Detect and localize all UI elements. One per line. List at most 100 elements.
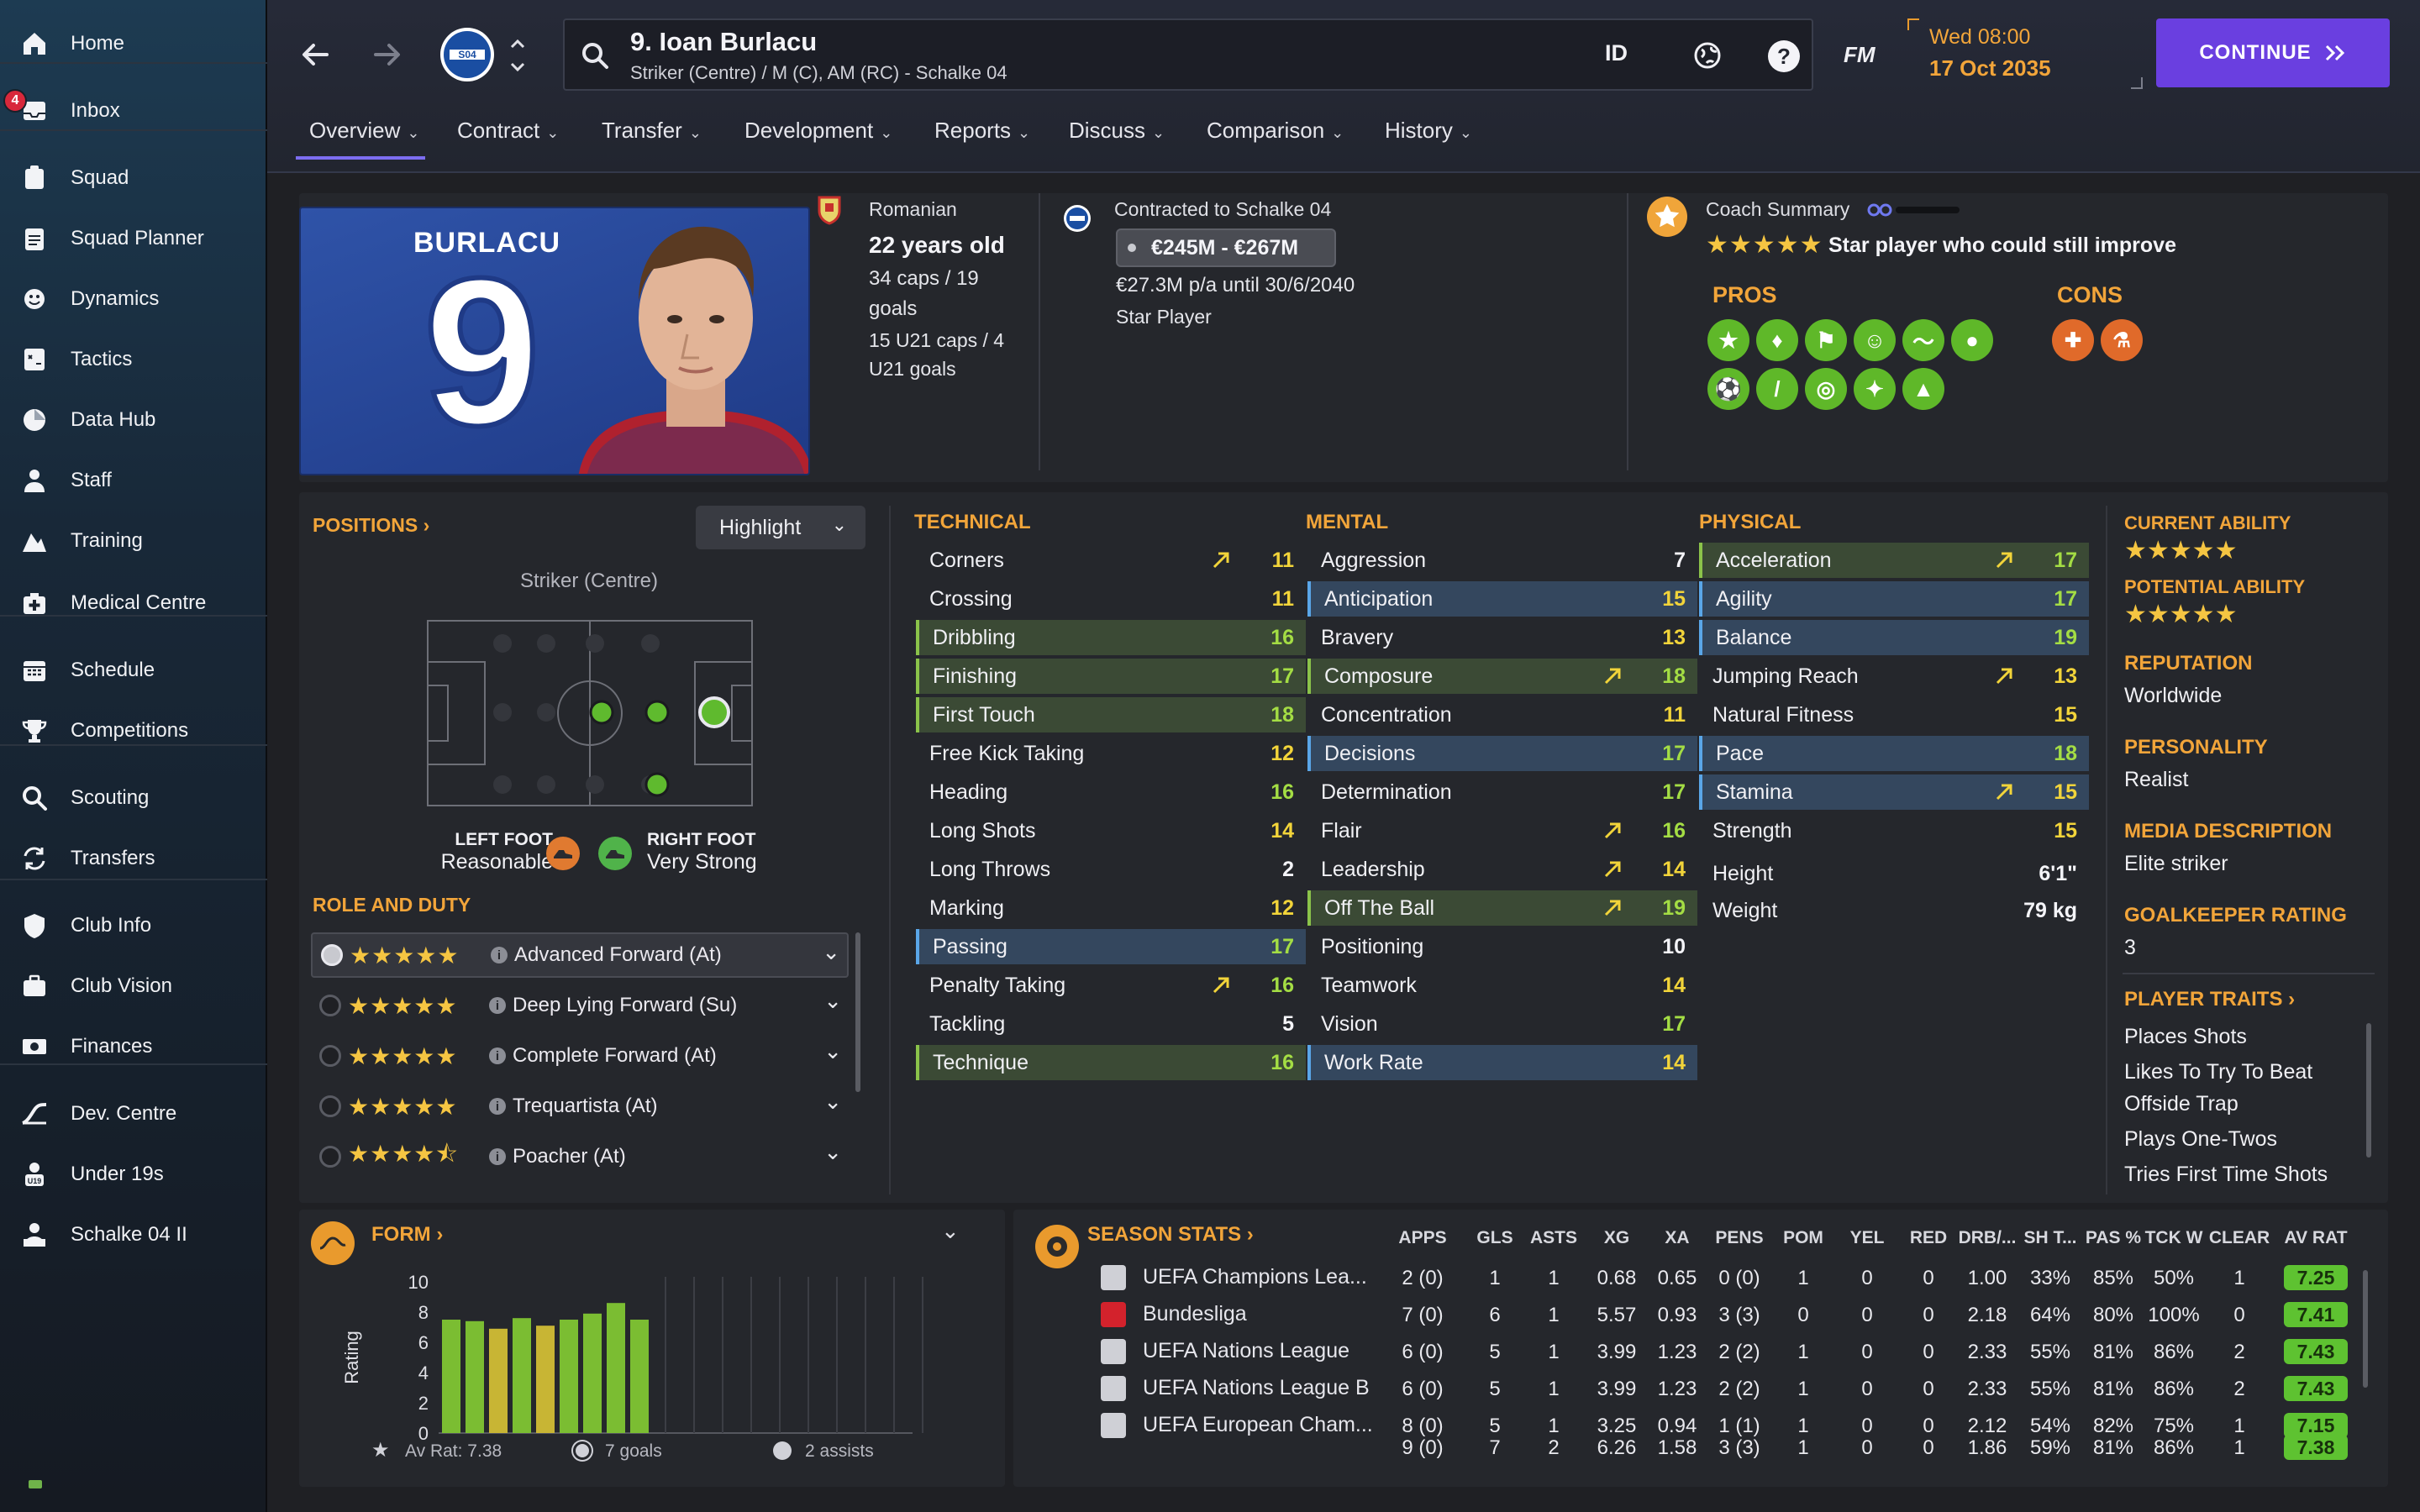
- form-bar[interactable]: [630, 1320, 649, 1433]
- forward-arrow-icon[interactable]: [366, 34, 408, 76]
- role-radio[interactable]: [319, 1045, 341, 1067]
- sidebar-item-club-vision[interactable]: Club Vision: [0, 961, 267, 1011]
- competition-name[interactable]: UEFA Champions Lea...: [1143, 1265, 1367, 1289]
- traits-scrollbar[interactable]: [2366, 1023, 2371, 1158]
- attribute-agility[interactable]: Agility 17: [1699, 581, 2089, 617]
- sidebar-item-squad-planner[interactable]: Squad Planner: [0, 213, 267, 264]
- tab-contract[interactable]: Contract ⌄: [457, 118, 559, 144]
- role-radio[interactable]: [319, 1146, 341, 1168]
- stats-column-header[interactable]: XG: [1583, 1228, 1650, 1248]
- sidebar-item-staff[interactable]: Staff: [0, 455, 267, 506]
- form-title[interactable]: FORM ›: [371, 1223, 443, 1247]
- club-badge-icon[interactable]: S04: [437, 24, 497, 86]
- attribute-stamina[interactable]: Stamina 15: [1699, 774, 2089, 810]
- sidebar-item-competitions[interactable]: Competitions: [0, 706, 267, 756]
- chevron-down-icon[interactable]: ⌄: [823, 1038, 842, 1064]
- attribute-dribbling[interactable]: Dribbling 16: [916, 620, 1306, 655]
- role-row[interactable]: ★★★★★ i Trequartista (At) ⌄: [311, 1084, 849, 1129]
- attribute-first-touch[interactable]: First Touch 18: [916, 697, 1306, 732]
- attribute-free-kick-taking[interactable]: Free Kick Taking 12: [916, 736, 1306, 771]
- attribute-bravery[interactable]: Bravery 13: [1307, 620, 1697, 655]
- attribute-technique[interactable]: Technique 16: [916, 1045, 1306, 1080]
- stats-column-header[interactable]: RED: [1895, 1228, 1962, 1248]
- chevron-down-icon[interactable]: ⌄: [823, 1089, 842, 1115]
- role-radio[interactable]: [319, 995, 341, 1016]
- player-traits-title[interactable]: PLAYER TRAITS ›: [2124, 988, 2295, 1011]
- attribute-vision[interactable]: Vision 17: [1307, 1006, 1697, 1042]
- stats-column-header[interactable]: TCK W: [2140, 1228, 2207, 1248]
- sidebar-item-club-info[interactable]: Club Info: [0, 900, 267, 951]
- chevron-down-icon[interactable]: ⌄: [823, 988, 842, 1014]
- sidebar-item-transfers[interactable]: Transfers: [0, 833, 267, 884]
- competition-name[interactable]: UEFA European Cham...: [1143, 1413, 1373, 1437]
- attribute-penalty-taking[interactable]: Penalty Taking 16: [916, 968, 1306, 1003]
- attribute-anticipation[interactable]: Anticipation 15: [1307, 581, 1697, 617]
- attribute-balance[interactable]: Balance 19: [1699, 620, 2089, 655]
- form-dropdown-chevron-icon[interactable]: ⌄: [941, 1218, 960, 1244]
- stats-column-header[interactable]: GLS: [1461, 1228, 1528, 1248]
- id-button[interactable]: ID: [1605, 40, 1628, 66]
- stats-column-header[interactable]: AV RAT: [2282, 1228, 2349, 1248]
- attribute-acceleration[interactable]: Acceleration 17: [1699, 543, 2089, 578]
- tab-discuss[interactable]: Discuss ⌄: [1069, 118, 1165, 144]
- attribute-tackling[interactable]: Tackling 5: [916, 1006, 1306, 1042]
- attribute-finishing[interactable]: Finishing 17: [916, 659, 1306, 694]
- sidebar-item-schedule[interactable]: Schedule: [0, 645, 267, 696]
- role-radio[interactable]: [321, 944, 343, 966]
- sidebar-item-dynamics[interactable]: Dynamics: [0, 274, 267, 324]
- attribute-decisions[interactable]: Decisions 17: [1307, 736, 1697, 771]
- form-bar[interactable]: [513, 1318, 531, 1433]
- competition-name[interactable]: UEFA Nations League: [1143, 1339, 1349, 1363]
- sidebar-item-inbox[interactable]: 4 Inbox: [0, 86, 267, 136]
- attribute-pace[interactable]: Pace 18: [1699, 736, 2089, 771]
- attribute-positioning[interactable]: Positioning 10: [1307, 929, 1697, 964]
- positions-title[interactable]: POSITIONS ›: [313, 514, 429, 537]
- tab-development[interactable]: Development ⌄: [744, 118, 892, 144]
- attribute-determination[interactable]: Determination 17: [1307, 774, 1697, 810]
- attribute-teamwork[interactable]: Teamwork 14: [1307, 968, 1697, 1003]
- stats-column-header[interactable]: CLEAR: [2206, 1228, 2273, 1248]
- stats-scrollbar[interactable]: [2363, 1270, 2368, 1388]
- role-row[interactable]: ★★★★★ i Deep Lying Forward (Su) ⌄: [311, 983, 849, 1028]
- sidebar-item-medical-centre[interactable]: Medical Centre: [0, 578, 267, 628]
- attribute-long-throws[interactable]: Long Throws 2: [916, 852, 1306, 887]
- tab-history[interactable]: History ⌄: [1385, 118, 1472, 144]
- attribute-long-shots[interactable]: Long Shots 14: [916, 813, 1306, 848]
- form-bar[interactable]: [466, 1320, 484, 1433]
- info-icon[interactable]: i: [489, 997, 506, 1014]
- sidebar-item-home[interactable]: Home: [0, 18, 267, 69]
- tab-reports[interactable]: Reports ⌄: [934, 118, 1030, 144]
- club-up-arrow-icon[interactable]: [508, 34, 528, 54]
- highlight-dropdown[interactable]: Highlight ⌄: [696, 506, 865, 549]
- stats-column-header[interactable]: ASTS: [1520, 1228, 1587, 1248]
- stats-column-header[interactable]: DRB/...: [1954, 1228, 2021, 1248]
- season-stats-title[interactable]: SEASON STATS ›: [1087, 1223, 1254, 1247]
- club-down-arrow-icon[interactable]: [508, 57, 528, 77]
- attribute-strength[interactable]: Strength 15: [1699, 813, 2089, 848]
- sidebar-item-tactics[interactable]: Tactics: [0, 334, 267, 385]
- info-icon[interactable]: i: [491, 947, 508, 963]
- competition-name[interactable]: Bundesliga: [1143, 1302, 1247, 1326]
- role-row[interactable]: ★★★★⯪ i Poacher (At) ⌄: [311, 1134, 849, 1179]
- attribute-passing[interactable]: Passing 17: [916, 929, 1306, 964]
- form-bar[interactable]: [607, 1303, 625, 1433]
- sidebar-item-training[interactable]: Training: [0, 516, 267, 566]
- tab-overview[interactable]: Overview ⌄: [309, 118, 419, 144]
- stats-column-header[interactable]: PAS %: [2080, 1228, 2147, 1248]
- attribute-off-the-ball[interactable]: Off The Ball 19: [1307, 890, 1697, 926]
- attribute-natural-fitness[interactable]: Natural Fitness 15: [1699, 697, 2089, 732]
- stats-column-header[interactable]: APPS: [1389, 1228, 1456, 1248]
- help-icon[interactable]: ?: [1765, 37, 1803, 76]
- globe-icon[interactable]: [1689, 37, 1726, 74]
- form-bar[interactable]: [442, 1320, 460, 1433]
- sidebar-item-squad[interactable]: Squad: [0, 153, 267, 203]
- stats-column-header[interactable]: PENS: [1706, 1228, 1773, 1248]
- attribute-composure[interactable]: Composure 18: [1307, 659, 1697, 694]
- attribute-flair[interactable]: Flair 16: [1307, 813, 1697, 848]
- sidebar-item-dev-centre[interactable]: Dev. Centre: [0, 1089, 267, 1139]
- role-scrollbar[interactable]: [855, 932, 860, 1092]
- sidebar-item-data-hub[interactable]: Data Hub: [0, 395, 267, 445]
- chevron-down-icon[interactable]: ⌄: [822, 939, 840, 965]
- form-bar[interactable]: [560, 1320, 578, 1433]
- attribute-leadership[interactable]: Leadership 14: [1307, 852, 1697, 887]
